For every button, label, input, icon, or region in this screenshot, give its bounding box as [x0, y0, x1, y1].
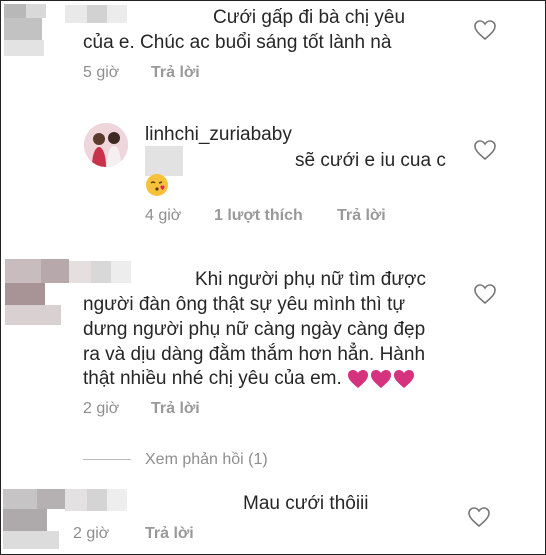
reply-time: 4 giờ [145, 207, 182, 224]
heart-outline-icon[interactable] [473, 139, 497, 161]
view-replies-divider [83, 459, 131, 460]
comment-4-text: Mau cưới thôiii [243, 493, 369, 514]
blurred-avatar [3, 489, 67, 549]
comment-3-line-2: người đàn ông thật sự yêu mình thì tự [83, 294, 406, 315]
comment-3-line-4: ra và dịu dàng đằm thắm hơn hẳn. Hành [83, 344, 426, 365]
blurred-username [65, 5, 127, 23]
comment-3-time: 2 giờ [83, 400, 120, 417]
view-replies-link[interactable]: Xem phản hồi (1) [145, 451, 268, 469]
pink-heart-icon [348, 369, 369, 388]
reply-reply-button[interactable]: Trả lời [337, 207, 386, 225]
comment-3-reply-button[interactable]: Trả lời [151, 400, 200, 418]
blurred-username [65, 489, 127, 511]
comment-3-line-5-text: thật nhiều nhé chị yêu của em. [83, 368, 342, 389]
heart-outline-icon[interactable] [473, 19, 497, 41]
reply-likes[interactable]: 1 lượt thích [214, 207, 303, 225]
kissing-face-emoji [146, 174, 168, 196]
comment-4-reply-button[interactable]: Trả lời [145, 525, 194, 543]
blurred-avatar [4, 4, 64, 56]
blurred-mention [145, 146, 183, 176]
comment-3-line-1: Khi người phụ nữ tìm được [195, 269, 427, 290]
comment-1-time: 5 giờ [83, 64, 120, 81]
comment-1-line-2: của e. Chúc ac buổi sáng tốt lành nà [83, 32, 392, 53]
blurred-avatar [5, 259, 69, 325]
reply-text: sẽ cưới e iu cua c [295, 150, 446, 171]
blurred-username [69, 261, 131, 283]
heart-outline-icon[interactable] [467, 506, 491, 528]
reply-username[interactable]: linhchi_zuriababy [145, 124, 292, 146]
comments-screenshot: Cưới gấp đi bà chị yêu của e. Chúc ac bu… [0, 0, 546, 555]
heart-outline-icon[interactable] [473, 283, 497, 305]
comment-1-line-1: Cưới gấp đi bà chị yêu [213, 7, 406, 28]
pink-heart-icon [371, 369, 392, 388]
pink-heart-icon [394, 369, 415, 388]
comment-4-time: 2 giờ [73, 525, 110, 542]
comment-3-line-3: dưng người phụ nữ càng ngày càng đẹp [83, 319, 426, 340]
comment-1-reply-button[interactable]: Trả lời [151, 64, 200, 82]
avatar[interactable] [84, 123, 128, 167]
comment-3-line-5: thật nhiều nhé chị yêu của em. [83, 367, 416, 391]
